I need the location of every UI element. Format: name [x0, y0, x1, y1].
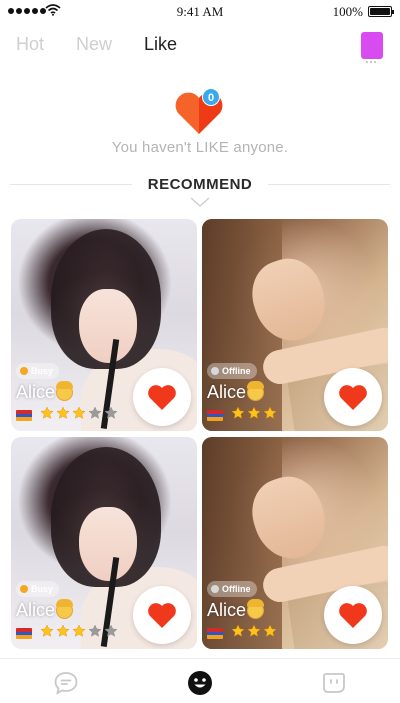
- chevron-down-icon: [190, 197, 210, 208]
- flag-icon: [207, 410, 223, 421]
- star-icon: [247, 624, 261, 643]
- message-square-icon[interactable]: [321, 670, 347, 696]
- status-dot-icon: [211, 585, 219, 593]
- star-icon: [88, 624, 102, 643]
- chat-bubble-icon[interactable]: [53, 670, 79, 696]
- star-icon: [247, 406, 261, 425]
- rating-row: [16, 406, 118, 425]
- like-button[interactable]: [133, 368, 191, 426]
- star-icon: [231, 406, 245, 425]
- star-icon: [56, 624, 70, 643]
- star-icon: [104, 406, 118, 425]
- status-badge: Busy: [16, 363, 60, 379]
- rating-row: [207, 624, 277, 643]
- profile-name-row: Alice: [207, 599, 265, 621]
- emoji-face-icon: [56, 381, 74, 401]
- star-icon: [72, 624, 86, 643]
- profile-card[interactable]: Busy Alice: [11, 437, 197, 649]
- status-label: Offline: [222, 584, 251, 594]
- flag-icon: [16, 628, 32, 639]
- smiley-icon[interactable]: [187, 670, 213, 696]
- star-icon: [263, 624, 277, 643]
- profile-name: Alice: [207, 382, 247, 402]
- status-dot-icon: [211, 367, 219, 375]
- bottom-navigation: [0, 658, 400, 703]
- status-badge: Offline: [207, 363, 257, 379]
- profile-name-row: Alice: [207, 381, 265, 403]
- rating-row: [207, 406, 277, 425]
- like-button[interactable]: [324, 368, 382, 426]
- like-count-badge: 0: [202, 88, 220, 106]
- battery-percentage: 100%: [332, 4, 363, 19]
- star-icon: [231, 624, 245, 643]
- recommend-heading: RECOMMEND: [147, 176, 253, 193]
- tab-hot[interactable]: Hot: [16, 34, 44, 55]
- heart-icon: [339, 385, 367, 410]
- empty-like-message: You haven't LIKE anyone.: [111, 139, 289, 156]
- star-icon: [263, 406, 277, 425]
- status-dot-icon: [20, 367, 28, 375]
- profile-name-row: Alice: [16, 381, 74, 403]
- profile-name: Alice: [16, 382, 56, 402]
- like-button[interactable]: [324, 586, 382, 644]
- profile-name: Alice: [207, 600, 247, 620]
- flag-icon: [16, 410, 32, 421]
- profile-card[interactable]: Offline Alice: [202, 219, 388, 431]
- status-badge: Busy: [16, 581, 60, 597]
- star-icon: [104, 624, 118, 643]
- profile-card[interactable]: Offline Alice: [202, 437, 388, 649]
- flag-icon: [207, 628, 223, 639]
- status-label: Busy: [31, 584, 54, 594]
- status-badge: Offline: [207, 581, 257, 597]
- star-icon: [72, 406, 86, 425]
- star-icon: [88, 406, 102, 425]
- star-icon: [40, 624, 54, 643]
- tab-like[interactable]: Like: [144, 34, 177, 55]
- heart-icon: [339, 603, 367, 628]
- profile-button[interactable]: [361, 32, 383, 59]
- heart-icon: [148, 385, 176, 410]
- like-button[interactable]: [133, 586, 191, 644]
- status-label: Busy: [31, 366, 54, 376]
- profile-name: Alice: [16, 600, 56, 620]
- more-dots-icon: [366, 61, 376, 63]
- emoji-face-icon: [247, 381, 265, 401]
- profile-name-row: Alice: [16, 599, 74, 621]
- emoji-face-icon: [247, 599, 265, 619]
- tab-new[interactable]: New: [76, 34, 112, 55]
- rating-row: [16, 624, 118, 643]
- star-icon: [56, 406, 70, 425]
- emoji-face-icon: [56, 599, 74, 619]
- heart-icon: [148, 603, 176, 628]
- status-label: Offline: [222, 366, 251, 376]
- status-bar: 9:41 AM 100%: [0, 0, 400, 22]
- status-dot-icon: [20, 585, 28, 593]
- battery-icon: [368, 6, 394, 17]
- top-tabs: Hot New Like: [16, 34, 209, 55]
- star-icon: [40, 406, 54, 425]
- profile-card[interactable]: Busy Alice: [11, 219, 197, 431]
